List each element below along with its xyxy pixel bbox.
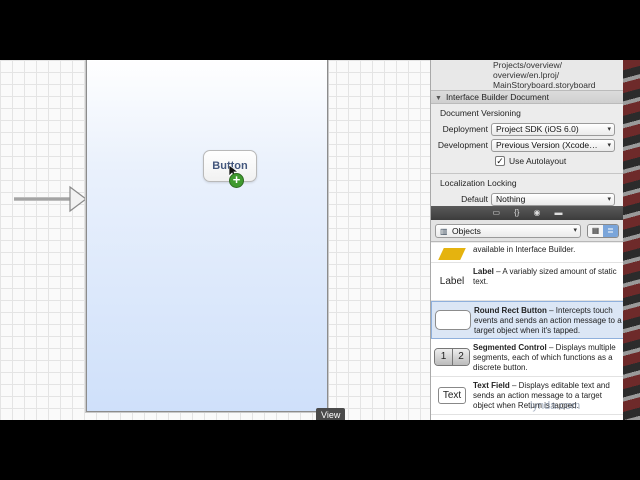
popup-arrows-icon: ▾ xyxy=(607,141,611,149)
letterbox-bottom xyxy=(0,420,640,480)
default-label: Default xyxy=(461,194,488,204)
popup-arrows-icon: ▾ xyxy=(573,227,577,234)
segment-label: 1 xyxy=(435,349,452,365)
deployment-label: Deployment xyxy=(442,124,488,134)
item-title: Segmented Control xyxy=(473,343,547,352)
item-title: Label xyxy=(473,267,494,276)
list-item[interactable]: available in Interface Builder. xyxy=(431,243,623,263)
disclosure-triangle-icon[interactable]: ▼ xyxy=(435,95,442,102)
item-title: Round Rect Button xyxy=(474,306,547,315)
item-text: available in Interface Builder. xyxy=(473,245,576,254)
deployment-popup[interactable]: Project SDK (iOS 6.0) ▾ xyxy=(491,122,615,136)
file-path: Projects/overview/ overview/en.lproj/ Ma… xyxy=(431,60,623,90)
library-view-toggle[interactable]: ▦ ≣ xyxy=(587,224,619,238)
deployment-row: Deployment Project SDK (iOS 6.0) ▾ xyxy=(431,121,623,137)
list-item-thumbnail: Text xyxy=(434,383,470,407)
popup-value: Nothing xyxy=(496,193,526,204)
list-item-label[interactable]: Label Label – A variably sized amount of… xyxy=(431,263,623,301)
segment-label: 2 xyxy=(452,349,469,365)
popup-value: Project SDK (iOS 6.0) xyxy=(496,123,579,134)
section-title: Interface Builder Document xyxy=(445,92,549,102)
library-tab-bar: ▭ {} ◉ ▬ xyxy=(431,206,623,220)
development-popup[interactable]: Previous Version (Xcode… ▾ xyxy=(491,138,615,152)
localization-default-popup[interactable]: Nothing ▾ xyxy=(491,192,615,206)
use-autolayout-label: Use Autolayout xyxy=(509,156,567,166)
list-item-description: Segmented Control – Displays multiple se… xyxy=(473,343,623,373)
document-versioning-title: Document Versioning xyxy=(440,108,521,118)
objects-icon: ▥ xyxy=(440,227,448,236)
library-category-value: Objects xyxy=(452,226,481,236)
object-library-list: available in Interface Builder. Label La… xyxy=(431,243,623,420)
use-autolayout-row: ✓ Use Autolayout xyxy=(431,153,623,169)
storyboard-canvas[interactable]: Button + View xyxy=(0,60,430,420)
development-row: Development Previous Version (Xcode… ▾ xyxy=(431,137,623,153)
localization-locking-title: Localization Locking xyxy=(440,178,517,188)
object-thumbnail-icon xyxy=(438,248,466,260)
list-item-round-rect-button[interactable]: Round Rect Button – Intercepts touch eve… xyxy=(431,301,623,339)
file-path-line: overview/en.lproj/ xyxy=(493,70,560,80)
code-snippet-library-icon[interactable]: {} xyxy=(514,206,519,220)
item-text: – A variably sized amount of static text… xyxy=(473,267,617,286)
use-autolayout-checkbox[interactable]: ✓ xyxy=(495,156,505,166)
popup-arrows-icon: ▾ xyxy=(607,195,611,203)
popup-arrows-icon: ▾ xyxy=(607,125,611,133)
list-item-text-field[interactable]: Text Text Field – Displays editable text… xyxy=(431,377,623,415)
text-field-thumbnail: Text xyxy=(437,386,467,404)
library-filter-bar: ▥ Objects ▾ ▦ ≣ xyxy=(431,220,623,242)
list-view-icon[interactable]: ≣ xyxy=(603,225,618,237)
media-library-icon[interactable]: ▬ xyxy=(554,206,562,220)
file-template-library-icon[interactable]: ▭ xyxy=(493,206,501,220)
round-rect-button-thumbnail-icon xyxy=(435,310,471,330)
letterbox-top xyxy=(0,0,640,60)
file-path-line: MainStoryboard.storyboard xyxy=(493,80,596,90)
list-item-segmented-control[interactable]: 1 2 Segmented Control – Displays multipl… xyxy=(431,339,623,377)
segmented-control-thumbnail-icon: 1 2 xyxy=(434,348,470,366)
list-item-thumbnail: 1 2 xyxy=(434,345,470,369)
file-path-line: Projects/overview/ xyxy=(493,60,562,70)
view-label-tag: View xyxy=(316,408,346,420)
list-item-thumbnail xyxy=(435,308,471,332)
grid-view-icon[interactable]: ▦ xyxy=(588,225,603,237)
watermark: lynda.com xyxy=(530,400,581,412)
item-title: Text Field xyxy=(473,381,510,390)
label-thumbnail: Label xyxy=(439,275,465,287)
list-item-description: Label – A variably sized amount of stati… xyxy=(473,267,623,287)
ib-document-section-header[interactable]: ▼ Interface Builder Document xyxy=(431,90,623,104)
initial-scene-arrow-icon xyxy=(14,185,87,213)
utilities-inspector: Projects/overview/ overview/en.lproj/ Ma… xyxy=(430,60,623,420)
library-category-select[interactable]: ▥ Objects ▾ xyxy=(435,224,581,238)
view-controller-scene[interactable] xyxy=(86,60,328,412)
object-library-icon[interactable]: ◉ xyxy=(533,206,540,220)
localization-default-row: Default Nothing ▾ xyxy=(431,191,623,207)
background-photo-strip xyxy=(623,60,640,420)
add-copy-icon: + xyxy=(229,173,244,188)
list-item-description: available in Interface Builder. xyxy=(473,245,623,255)
popup-value: Previous Version (Xcode… xyxy=(496,139,598,150)
list-item-description: Round Rect Button – Intercepts touch eve… xyxy=(474,306,623,336)
development-label: Development xyxy=(437,140,488,150)
